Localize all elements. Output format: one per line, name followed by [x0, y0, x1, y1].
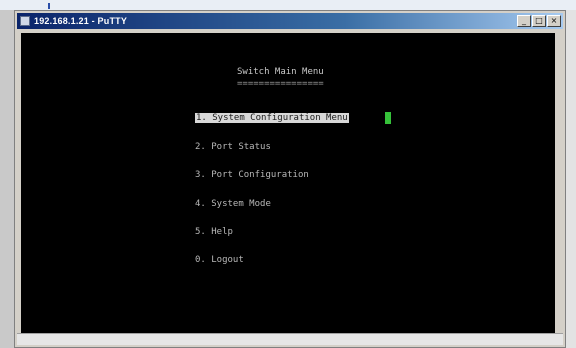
desktop-left-strip: [0, 10, 14, 348]
terminal-screen[interactable]: Switch Main Menu ================ 1. Sys…: [21, 33, 555, 333]
close-button[interactable]: ×: [547, 15, 561, 27]
window-title: 192.168.1.21 - PuTTY: [34, 16, 128, 26]
putty-window: 192.168.1.21 - PuTTY _ □ × Switch Main M…: [14, 10, 566, 348]
menu-item-port-configuration[interactable]: 3. Port Configuration: [195, 170, 309, 180]
desktop-top-strip: [0, 0, 576, 10]
terminal-status-line: [17, 333, 563, 345]
menu-item-system-mode[interactable]: 4. System Mode: [195, 199, 271, 209]
menu-item-logout[interactable]: 0. Logout: [195, 255, 244, 265]
terminal-cursor: [385, 112, 391, 124]
menu-item-port-status[interactable]: 2. Port Status: [195, 142, 271, 152]
menu-item-system-configuration[interactable]: 1. System Configuration Menu: [195, 113, 349, 123]
window-titlebar[interactable]: 192.168.1.21 - PuTTY _ □ ×: [17, 13, 563, 29]
menu-title-underline: ================: [237, 79, 324, 89]
minimize-button[interactable]: _: [517, 15, 531, 27]
putty-app-icon[interactable]: [20, 16, 30, 26]
menu-title: Switch Main Menu: [237, 67, 324, 77]
window-controls: _ □ ×: [517, 15, 561, 27]
maximize-button[interactable]: □: [532, 15, 546, 27]
menu-item-help[interactable]: 5. Help: [195, 227, 233, 237]
desktop-right-strip: [566, 10, 576, 348]
desktop-marker: [48, 3, 50, 9]
